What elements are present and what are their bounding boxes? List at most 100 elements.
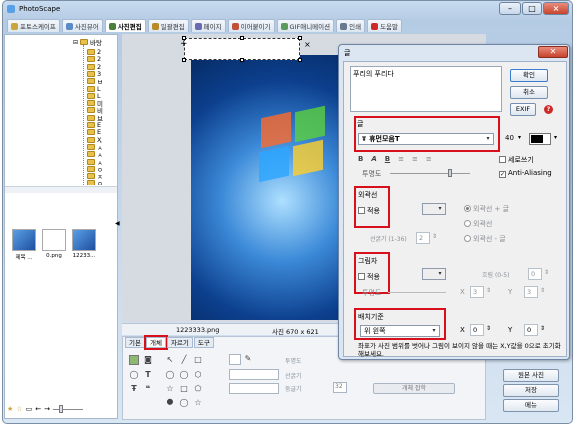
spinner-icon[interactable]: ⇕ <box>544 269 549 276</box>
shadow-opacity-slider[interactable] <box>388 292 446 293</box>
main-tab[interactable]: 이어붙이기 <box>227 19 275 32</box>
resize-handle[interactable] <box>240 58 244 62</box>
resize-handle[interactable] <box>298 58 302 62</box>
italic-icon[interactable]: A <box>371 155 376 164</box>
move-icon[interactable]: + <box>180 39 188 49</box>
outline-color-picker[interactable]: ▾ <box>422 203 446 215</box>
line-icon[interactable]: ╱ <box>179 355 189 365</box>
style-select-1[interactable] <box>229 369 279 380</box>
main-tab[interactable]: 일괄편집 <box>147 19 189 32</box>
rounded-rect-icon[interactable]: ◯ <box>179 370 189 380</box>
shadow-apply-option[interactable]: 적용 <box>358 272 380 282</box>
spinner-icon[interactable]: ⇕ <box>540 325 545 332</box>
outline-option-1[interactable]: 외곽선 + 글 <box>464 204 509 214</box>
tree-scrollbar[interactable] <box>5 186 117 193</box>
original-photo-button[interactable]: 원본 사진 <box>503 369 559 382</box>
thumb-size-slider[interactable] <box>52 404 83 413</box>
main-tab[interactable]: 페이지 <box>190 19 226 32</box>
outline-radio-2[interactable] <box>464 220 471 227</box>
stamp-icon[interactable]: ◙ <box>143 355 153 365</box>
quote-icon[interactable]: ❝ <box>143 384 153 394</box>
star-icon[interactable]: ★ <box>7 405 13 413</box>
ok-button[interactable]: 확인 <box>510 69 548 82</box>
text-input[interactable]: 푸리의 푸리다 <box>350 66 502 112</box>
minimize-button[interactable]: – <box>499 2 521 15</box>
delete-object-icon[interactable]: × <box>304 40 311 49</box>
align-center-icon[interactable]: ≡ <box>412 155 418 164</box>
save-button[interactable]: 저장 <box>503 384 559 397</box>
photo[interactable] <box>191 55 343 320</box>
panel-tab[interactable]: 기본 <box>125 337 145 348</box>
tree-item[interactable]: ㅇ <box>87 178 103 185</box>
resize-handle[interactable] <box>182 58 186 62</box>
align-right-icon[interactable]: ≡ <box>426 155 432 164</box>
dialog-close-button[interactable]: ✕ <box>538 46 568 58</box>
forward-arrow-icon[interactable]: → <box>44 405 50 413</box>
text-object-box[interactable] <box>184 38 300 60</box>
square-icon[interactable]: □ <box>179 384 189 394</box>
spinner-icon[interactable]: ⇕ <box>540 287 545 294</box>
star-shape-icon[interactable]: ☆ <box>165 384 175 394</box>
font-select[interactable]: Ŧ 휴먼모음T ▾ <box>358 133 494 145</box>
chevron-down-icon[interactable]: ▾ <box>554 134 557 141</box>
shadow-blur-input[interactable]: 0 <box>528 268 542 280</box>
text-icon[interactable]: T <box>143 370 153 380</box>
shadow-color-picker[interactable]: ▾ <box>422 268 446 280</box>
antialias-checkbox[interactable]: ✓ <box>499 171 506 178</box>
outline-option-3[interactable]: 외곽선 - 글 <box>464 234 506 244</box>
vertical-checkbox[interactable] <box>499 156 506 163</box>
cursor-icon[interactable]: ↖ <box>165 355 175 365</box>
pentagon-icon[interactable]: ⬠ <box>193 384 203 394</box>
main-tab[interactable]: 사진편집 <box>104 19 146 32</box>
main-tab[interactable]: 포토스케이프 <box>7 19 60 32</box>
resize-handle[interactable] <box>298 36 302 40</box>
back-arrow-icon[interactable]: ← <box>35 405 41 413</box>
circle-small-icon[interactable]: ◯ <box>179 398 189 408</box>
pos-y-input[interactable]: 0 <box>524 324 538 336</box>
outline-radio-3[interactable] <box>464 235 471 242</box>
maximize-button[interactable]: □ <box>522 2 542 15</box>
align-left-icon[interactable]: ≡ <box>398 155 404 164</box>
exif-button[interactable]: EXIF <box>510 103 536 116</box>
object-button[interactable]: 개체 잡학 <box>373 383 455 394</box>
shadow-apply-checkbox[interactable] <box>358 273 365 280</box>
folder-tree[interactable]: ⊟ 바탕 2 2 2 3 ㅂ L L 미 비 브 E E Ҳ ㅅㅅㅅㅇㅈㅇ <box>5 35 117 185</box>
round-input[interactable]: 32 <box>333 382 347 393</box>
spinner-icon[interactable]: ⇕ <box>486 325 491 332</box>
resize-handle[interactable] <box>240 36 244 40</box>
shadow-y-input[interactable]: 3 <box>524 286 538 298</box>
thumbnail[interactable]: 제목 ... <box>11 229 37 267</box>
eyedropper-icon[interactable]: ✎ <box>243 354 253 364</box>
octagon-icon[interactable]: ⯃ <box>165 398 175 408</box>
style-select-2[interactable] <box>229 383 279 394</box>
spinner-icon[interactable]: ⇕ <box>486 287 491 294</box>
circle-icon[interactable]: ◯ <box>165 370 175 380</box>
chevron-down-icon[interactable]: ▾ <box>518 134 521 141</box>
outline-option-2[interactable]: 외곽선 <box>464 219 492 229</box>
shadow-x-input[interactable]: 3 <box>470 286 484 298</box>
close-button[interactable]: × <box>543 2 569 15</box>
menu-button[interactable]: 메뉴 <box>503 399 559 412</box>
text-format-icon[interactable]: Ŧ <box>129 384 139 394</box>
antialias-option[interactable]: ✓ Anti-Aliasing <box>499 169 552 178</box>
vertical-option[interactable]: 세로쓰기 <box>499 155 534 165</box>
outline-radio-1[interactable] <box>464 205 471 212</box>
main-tab[interactable]: 인쇄 <box>336 19 366 32</box>
bold-icon[interactable]: B <box>358 155 363 164</box>
thumbnail[interactable]: 12233... <box>71 229 97 267</box>
position-select[interactable]: 위 왼쪽 ▾ <box>360 325 440 337</box>
pos-x-input[interactable]: 0 <box>470 324 484 336</box>
hexagon-icon[interactable]: ⬡ <box>193 370 203 380</box>
folder-icon[interactable]: ▭ <box>26 405 33 413</box>
image-icon[interactable] <box>129 355 139 365</box>
thumbnail[interactable]: 0.png <box>41 229 67 267</box>
panel-tab[interactable]: 도구 <box>193 337 214 348</box>
star-small-icon[interactable]: ☆ <box>193 398 203 408</box>
font-color-picker[interactable] <box>529 133 551 145</box>
main-tab[interactable]: GIF애니메이션 <box>276 19 335 32</box>
underline-icon[interactable]: B <box>385 155 390 164</box>
panel-tab[interactable]: 자르기 <box>166 337 193 348</box>
panel-tab[interactable]: 개체 <box>143 335 168 350</box>
star-add-icon[interactable]: ☆ <box>16 405 22 413</box>
outline-width-input[interactable]: 2 <box>416 232 430 244</box>
